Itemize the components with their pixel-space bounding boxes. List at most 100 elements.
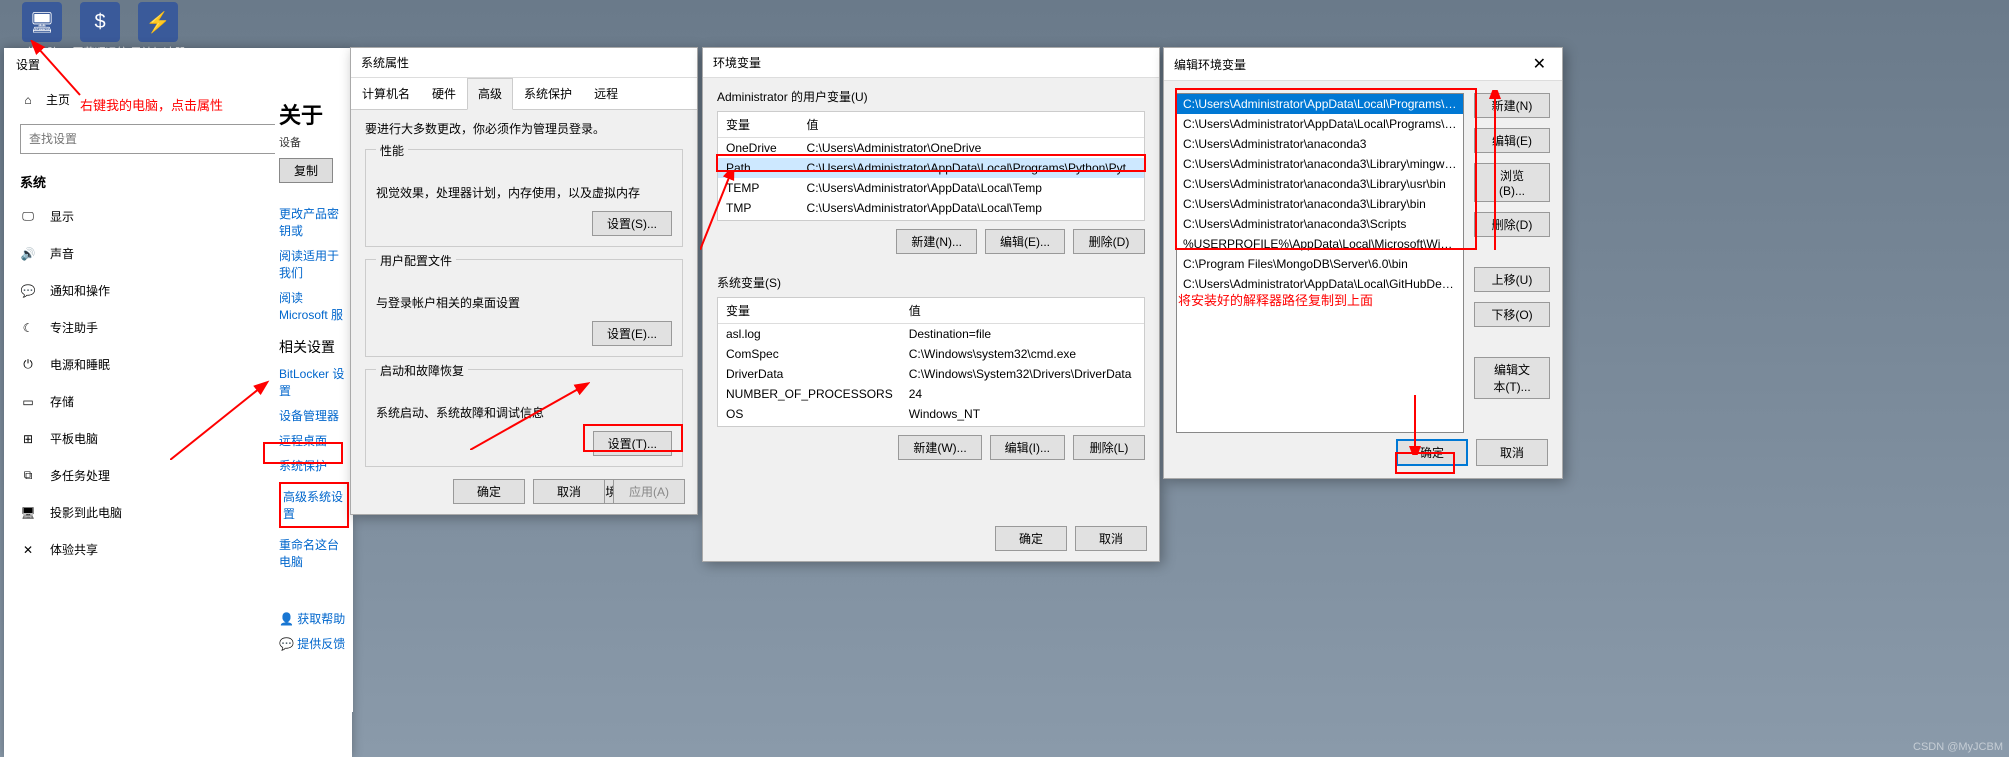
perf-group: 性能 视觉效果，处理器计划，内存使用，以及虚拟内存 设置(S)... [365,149,683,247]
table-row[interactable]: PathC:\Users\Administrator\AppData\Local… [718,158,1144,178]
editenv-down-button[interactable]: 下移(O) [1474,302,1550,327]
sidebar-item-label: 显示 [50,208,74,225]
sysprop-ok-button[interactable]: 确定 [453,479,525,504]
path-entry[interactable]: C:\Users\Administrator\AppData\Local\Pro… [1177,114,1463,134]
path-entry[interactable]: C:\Users\Administrator\AppData\Local\Pro… [1177,94,1463,114]
copy-button[interactable]: 复制 [279,158,333,183]
editenv-up-button[interactable]: 上移(U) [1474,267,1550,292]
sidebar-item-label: 平板电脑 [50,430,98,447]
table-row[interactable]: TEMPC:\Users\Administrator\AppData\Local… [718,178,1144,198]
startup-group: 启动和故障恢复 系统启动、系统故障和调试信息 设置(T)... [365,369,683,467]
editenv-cancel-button[interactable]: 取消 [1476,439,1548,466]
user-edit-button[interactable]: 编辑(E)... [985,229,1065,254]
table-row[interactable]: OSWindows_NT [718,404,1145,424]
app-icon: ⚡ [138,2,178,42]
sidebar-icon: ⧉ [20,468,36,484]
sys-edit-button[interactable]: 编辑(I)... [990,435,1065,460]
related-link[interactable]: 远程桌面 [279,432,349,449]
envvar-ok-button[interactable]: 确定 [995,526,1067,551]
editenv-new-button[interactable]: 新建(N) [1474,93,1550,118]
path-entry[interactable]: C:\Program Files\MongoDB\Server\6.0\bin [1177,254,1463,274]
tab[interactable]: 计算机名 [351,78,421,109]
watermark: CSDN @MyJCBM [1913,741,2003,753]
table-row[interactable]: asl.logDestination=file [718,324,1145,345]
editenv-delete-button[interactable]: 删除(D) [1474,212,1550,237]
about-link[interactable]: 阅读 Microsoft 服 [279,289,349,323]
related-link[interactable]: 重命名这台电脑 [279,536,349,570]
path-entry[interactable]: C:\Users\Administrator\anaconda3\Library… [1177,194,1463,214]
related-link[interactable]: BitLocker 设置 [279,365,349,399]
user-new-button[interactable]: 新建(N)... [896,229,977,254]
sysprop-title: 系统属性 [351,48,697,78]
related-link[interactable]: 系统保护 [279,457,349,474]
perf-settings-button[interactable]: 设置(S)... [592,211,672,236]
path-entry[interactable]: C:\Users\Administrator\anaconda3\Library… [1177,174,1463,194]
get-help-link[interactable]: 👤 获取帮助 [279,610,349,627]
system-properties-dialog: 系统属性 计算机名硬件高级系统保护远程 要进行大多数更改，你必须作为管理员登录。… [350,47,698,515]
editenv-edit-button[interactable]: 编辑(E) [1474,128,1550,153]
about-link[interactable]: 更改产品密钥或 [279,205,349,239]
admin-note: 要进行大多数更改，你必须作为管理员登录。 [365,120,683,137]
sidebar-icon: ▭ [20,394,36,410]
table-row[interactable]: NUMBER_OF_PROCESSORS24 [718,384,1145,404]
user-delete-button[interactable]: 删除(D) [1073,229,1145,254]
feedback-link[interactable]: 💬 提供反馈 [279,635,349,652]
editenv-title: 编辑环境变量 [1174,56,1246,73]
table-row[interactable]: OneDriveC:\Users\Administrator\OneDrive [718,138,1144,159]
edit-env-var-dialog: 编辑环境变量 ✕ C:\Users\Administrator\AppData\… [1163,47,1563,479]
user-var-table[interactable]: 变量值OneDriveC:\Users\Administrator\OneDri… [717,111,1145,221]
sidebar-item-label: 通知和操作 [50,282,110,299]
editenv-ok-button[interactable]: 确定 [1396,439,1468,466]
related-link[interactable]: 设备管理器 [279,407,349,424]
sysprop-cancel-button[interactable]: 取消 [533,479,605,504]
annotation-rightclick: 右键我的电脑，点击属性 [80,95,223,114]
sidebar-item-label: 体验共享 [50,541,98,558]
path-entry[interactable]: C:\Users\Administrator\anaconda3 [1177,134,1463,154]
app-icon: 🖥 [22,2,62,42]
table-row[interactable]: ComSpecC:\Windows\system32\cmd.exe [718,344,1145,364]
settings-title: 设置 [4,48,352,81]
tab[interactable]: 远程 [583,78,629,109]
path-entry[interactable]: C:\Users\Administrator\anaconda3\Scripts [1177,214,1463,234]
env-var-dialog: 环境变量 Administrator 的用户变量(U) 变量值OneDriveC… [702,47,1160,562]
sidebar-icon: ✕ [20,542,36,558]
tab[interactable]: 硬件 [421,78,467,109]
sidebar-item-label: 电源和睡眠 [50,356,110,373]
editenv-edittext-button[interactable]: 编辑文本(T)... [1474,357,1550,399]
user-settings-button[interactable]: 设置(E)... [592,321,672,346]
table-row[interactable]: DriverDataC:\Windows\System32\Drivers\Dr… [718,364,1145,384]
annotation-copypath: 将安装好的解释器路径复制到上面 [1178,290,1373,309]
path-entry[interactable]: %USERPROFILE%\AppData\Local\Microsoft\Wi… [1177,234,1463,254]
envvar-title: 环境变量 [703,48,1159,78]
related-heading: 相关设置 [279,337,349,357]
close-icon[interactable]: ✕ [1527,54,1552,74]
tab[interactable]: 高级 [467,78,513,110]
path-entry[interactable]: C:\Users\Administrator\anaconda3\Library… [1177,154,1463,174]
related-link[interactable]: 高级系统设置 [279,482,349,528]
tab[interactable]: 系统保护 [513,78,583,109]
sidebar-item-label: 声音 [50,245,74,262]
home-icon: ⌂ [20,92,36,108]
startup-settings-button[interactable]: 设置(T)... [593,431,672,456]
about-link[interactable]: 阅读适用于我们 [279,247,349,281]
sidebar-icon: ⏻ [20,357,36,373]
sysprop-apply-button: 应用(A) [613,479,685,504]
user-var-label: Administrator 的用户变量(U) [717,88,1145,105]
table-row[interactable]: PathC:\Windows\system32;C:\Windows;C:\Wi… [718,424,1145,427]
sidebar-icon: ⊞ [20,431,36,447]
app-icon: $ [80,2,120,42]
sidebar-item-label: 多任务处理 [50,467,110,484]
sys-delete-button[interactable]: 删除(L) [1073,435,1145,460]
envvar-cancel-button[interactable]: 取消 [1075,526,1147,551]
sidebar-icon: 🔊 [20,246,36,262]
sys-var-table[interactable]: 变量值asl.logDestination=fileComSpecC:\Wind… [717,297,1145,427]
path-entries-list[interactable]: C:\Users\Administrator\AppData\Local\Pro… [1176,93,1464,433]
sys-var-label: 系统变量(S) [717,274,1145,291]
search-input[interactable] [29,132,297,146]
sidebar-icon: 🖥 [20,505,36,521]
sys-new-button[interactable]: 新建(W)... [898,435,981,460]
settings-home-label: 主页 [46,91,70,108]
table-row[interactable]: TMPC:\Users\Administrator\AppData\Local\… [718,198,1144,218]
sidebar-item-label: 存储 [50,393,74,410]
editenv-browse-button[interactable]: 浏览(B)... [1474,163,1550,202]
